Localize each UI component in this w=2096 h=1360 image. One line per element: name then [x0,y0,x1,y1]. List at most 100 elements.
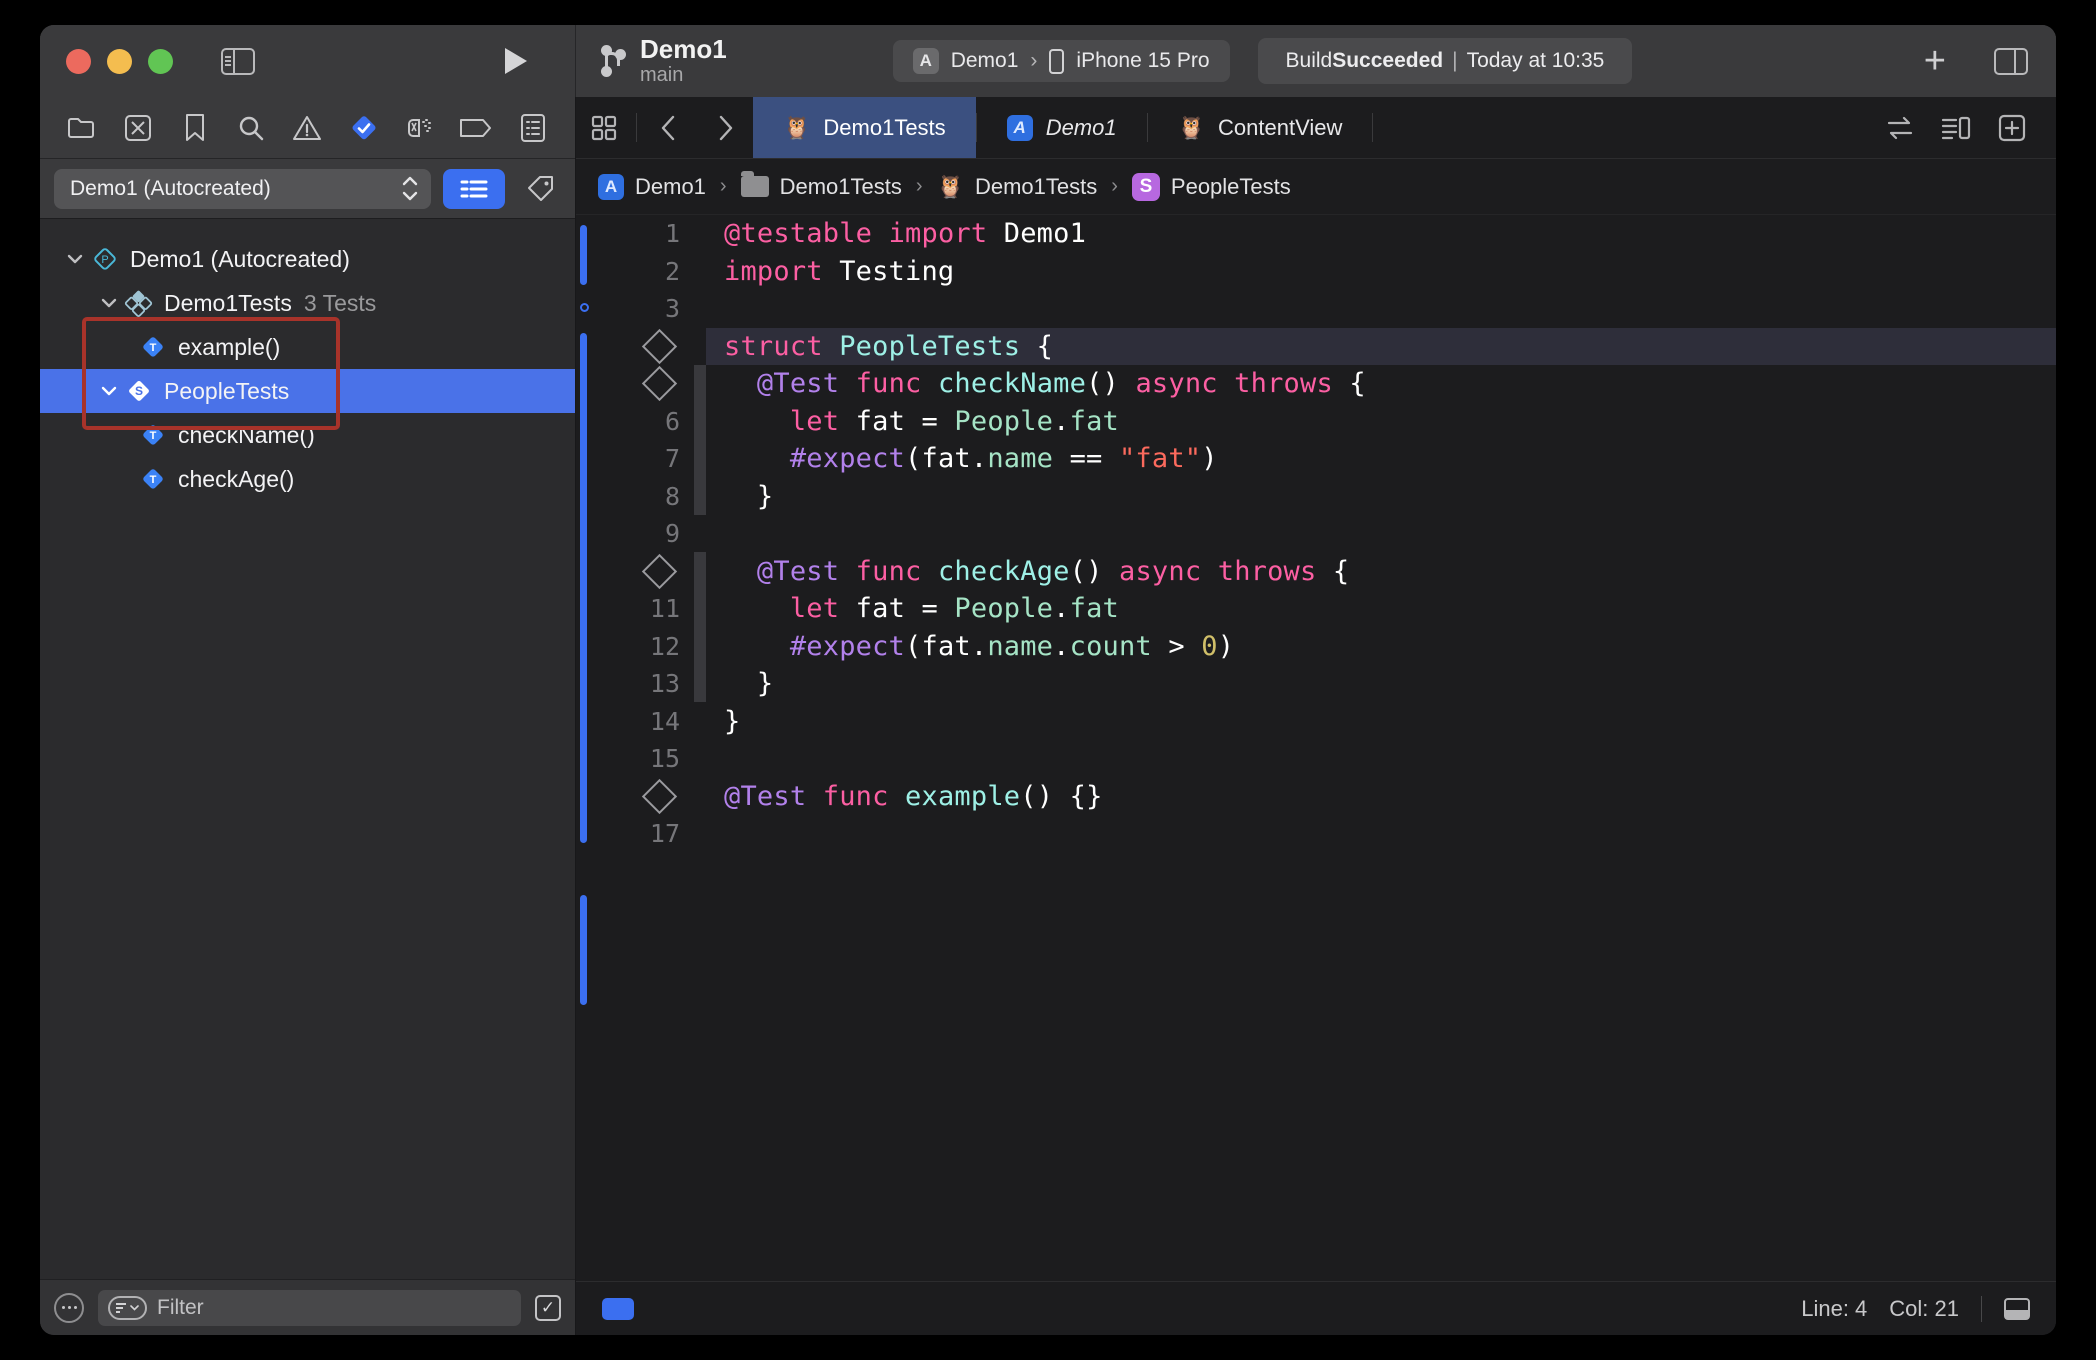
source-control-icon[interactable] [110,97,166,159]
code-token: async throws [1135,368,1333,400]
code-line[interactable]: } [706,478,2056,516]
tab-contentview[interactable]: 🦉 ContentView [1148,97,1373,158]
chevron-down-icon[interactable] [62,254,88,264]
code-token: #expect [789,443,906,475]
test-plan-selector[interactable]: Demo1 (Autocreated) [54,168,431,209]
bookmark-icon[interactable] [167,97,223,159]
build-status-banner[interactable]: Build Succeeded | Today at 10:35 [1257,38,1633,84]
run-button[interactable] [505,48,527,74]
code-line[interactable] [706,740,2056,778]
issue-warning-icon[interactable] [279,97,335,159]
code-review-icon[interactable] [1872,115,1928,141]
tab-demo1tests[interactable]: 🦉 Demo1Tests [753,97,976,158]
breadcrumb-label: Demo1 [635,173,706,199]
folder-icon[interactable] [54,97,110,159]
tree-row[interactable]: P Demo1 (Autocreated) [40,237,575,281]
filter-input[interactable]: Filter [98,1289,521,1326]
forward-chevron-icon[interactable] [697,97,753,158]
back-chevron-icon[interactable] [641,97,697,158]
chevron-down-icon[interactable] [96,298,122,308]
toggle-navigator-icon[interactable] [221,47,255,75]
breadcrumb[interactable]: A Demo1 › Demo1Tests › 🦉 Demo1Tests › S … [576,159,2056,215]
branch-name-label: main [640,64,684,87]
add-editor-icon[interactable] [1984,114,2040,142]
line-number-gutter[interactable]: 1 2 3 6 7 8 9 11 12 13 14 15 17 [590,215,694,1281]
zoom-window-button[interactable] [148,48,173,74]
folder-icon [740,171,769,197]
code-line[interactable]: import Testing [706,253,2056,291]
chevron-down-icon[interactable] [96,386,122,396]
run-test-diamond-icon[interactable] [641,553,678,589]
scheme-destination-selector[interactable]: A Demo1 › iPhone 15 Pro [892,40,1230,82]
code-token: fat [1069,405,1119,437]
tree-row[interactable]: T example() [40,325,575,369]
breadcrumb-item-demo1tests-file[interactable]: 🦉 Demo1Tests [937,174,1098,200]
filter-placeholder: Filter [157,1295,204,1319]
editor-options-icon[interactable] [1928,115,1984,141]
sidebar-item-checkage[interactable]: T checkAge() [40,457,575,501]
tab-demo1[interactable]: A Demo1 [977,97,1147,158]
sidebar-item-checkname[interactable]: T checkName() [40,413,575,457]
sidebar-item-peopletests[interactable]: S PeopleTests [40,369,575,413]
filter-menu-icon[interactable] [108,1295,147,1320]
code-line[interactable]: @testable import Demo1 [706,215,2056,253]
code-token: count [1069,630,1152,662]
breakpoint-navigator-icon[interactable] [448,97,504,159]
code-line[interactable]: let fat = People. fat [706,403,2056,441]
code-token: "fat" [1118,443,1202,475]
add-button[interactable]: + [1924,42,1946,80]
search-icon[interactable] [223,97,279,159]
code-folding-ribbon[interactable] [694,215,706,1281]
toggle-inspector-icon[interactable] [1994,47,2028,75]
code-line[interactable]: @Test func checkAge() async throws { [706,553,2056,591]
code-token: fat [1069,593,1119,625]
navigator-toolbar [40,97,575,159]
fold-segment[interactable] [694,365,706,515]
run-test-diamond-icon[interactable] [641,366,678,402]
code-line[interactable]: struct PeopleTests { [706,327,2056,365]
code-line[interactable] [706,515,2056,553]
report-navigator-icon[interactable] [505,97,561,159]
source-control-branch[interactable]: Demo1 main [600,35,727,87]
code-text[interactable]: @testable import Demo1 import Testing str… [706,215,2056,1281]
close-window-button[interactable] [66,48,91,74]
show-only-failed-checkbox[interactable]: ✓ [535,1294,561,1321]
code-token: > [1151,630,1202,662]
code-line[interactable]: } [706,665,2056,703]
code-line[interactable]: @Test func checkName() async throws { [706,365,2056,403]
tag-icon[interactable] [517,169,565,209]
code-line[interactable] [706,290,2056,328]
code-line[interactable]: } [706,703,2056,741]
code-line[interactable] [706,815,2056,853]
test-navigator-icon[interactable] [336,97,392,159]
more-options-icon[interactable] [54,1292,84,1323]
run-test-diamond-icon[interactable] [641,778,678,814]
test-navigator-tree[interactable]: P Demo1 (Autocreated) Demo1Tests 3 Tests… [40,219,575,1279]
debug-navigator-icon[interactable] [392,97,448,159]
source-code-editor[interactable]: 1 2 3 6 7 8 9 11 12 13 14 15 17 @testable import Dem… [576,215,2056,1281]
code-line[interactable]: #expect (fat. name == "fat") [706,440,2056,478]
minimize-window-button[interactable] [107,48,132,74]
code-line[interactable]: #expect (fat. name. count > 0) [706,628,2056,666]
breadcrumb-item-demo1[interactable]: A Demo1 [598,173,706,200]
code-token: fat = [839,405,955,437]
fold-segment[interactable] [694,552,706,702]
tree-row[interactable]: Demo1Tests 3 Tests [40,281,575,325]
test-method-icon: T [136,421,170,449]
run-test-diamond-icon[interactable] [641,328,678,364]
minimap-icon[interactable] [2004,1297,2030,1320]
breadcrumb-item-peopletests[interactable]: S PeopleTests [1131,172,1291,201]
navigator-scheme-row: Demo1 (Autocreated) [40,159,575,219]
code-line[interactable]: @Test func example() {} [706,778,2056,816]
code-token: func [822,780,889,812]
issue-navigator-chip[interactable] [602,1297,634,1320]
grid-layout-icon[interactable] [576,97,632,158]
code-line[interactable]: let fat = People. fat [706,590,2056,628]
line-number: 6 [664,406,680,436]
traffic-light-buttons[interactable] [66,48,173,74]
build-status-separator: | [1452,49,1458,72]
list-view-icon[interactable] [443,168,505,209]
breadcrumb-item-demo1tests-folder[interactable]: Demo1Tests [740,171,902,200]
